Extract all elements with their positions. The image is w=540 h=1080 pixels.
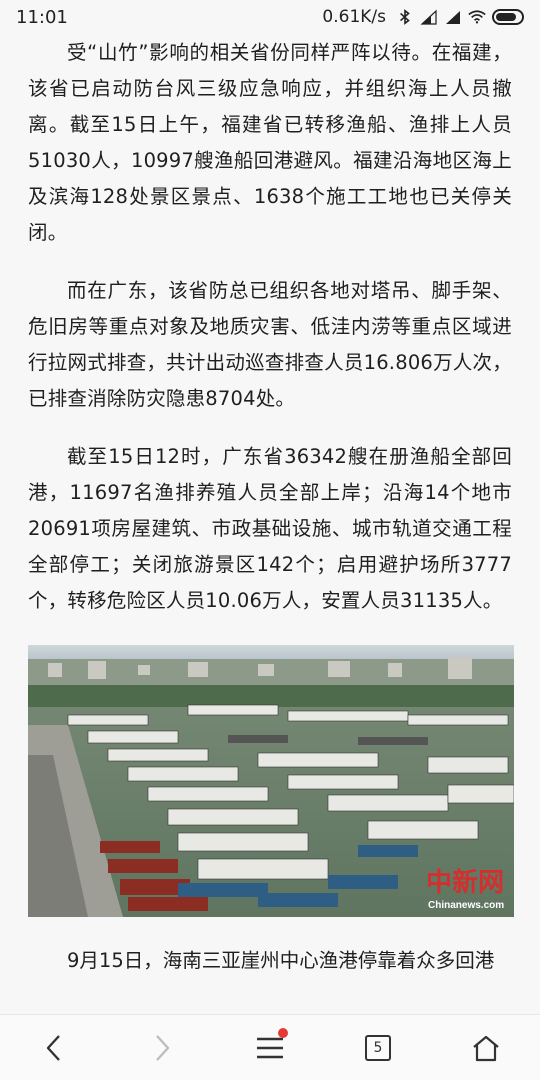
back-icon — [46, 1034, 60, 1061]
status-bar: 11:01 0.61K/s — [0, 0, 540, 34]
status-time: 11:01 — [16, 6, 68, 28]
photo-caption: 9月15日，海南三亚崖州中心渔港停靠着众多回港 — [67, 949, 495, 972]
forward-button[interactable] — [132, 1018, 192, 1078]
bluetooth-icon — [400, 9, 410, 25]
article-paragraph: 而在广东，该省防总已组织各地对塔吊、脚手架、危旧房等重点对象及地质灾害、低洼内涝… — [28, 279, 512, 410]
home-button[interactable] — [456, 1018, 516, 1078]
forward-icon — [156, 1034, 170, 1061]
menu-button[interactable] — [240, 1018, 300, 1078]
photo-watermark-url: Chinanews.com — [428, 900, 504, 911]
tabs-button[interactable]: 5 — [348, 1018, 408, 1078]
home-icon — [473, 1035, 499, 1061]
status-icons: 0.61K/s — [322, 7, 524, 27]
tabs-icon: 5 — [365, 1034, 391, 1061]
notification-dot — [278, 1027, 288, 1038]
signal-icon — [446, 11, 460, 24]
article-paragraph: 受“山竹”影响的相关省份同样严阵以待。在福建，该省已启动防台风三级应急响应，并组… — [28, 41, 512, 244]
wifi-icon — [468, 10, 486, 24]
harbor-photo[interactable]: 中新网 Chinanews.com — [28, 645, 514, 917]
article-body: 受“山竹”影响的相关省份同样严阵以待。在福建，该省已启动防台风三级应急响应，并组… — [0, 34, 540, 1014]
signal-icon — [420, 9, 437, 25]
bottom-navigation-bar: 5 — [0, 1014, 540, 1080]
photo-watermark-logo: 中新网 — [426, 867, 504, 897]
article-paragraph: 截至15日12时，广东省36342艘在册渔船全部回港，11697名渔排养殖人员全… — [28, 445, 512, 612]
network-speed: 0.61K/s — [322, 7, 386, 27]
menu-icon — [257, 1037, 283, 1058]
battery-icon — [492, 9, 524, 25]
back-button[interactable] — [24, 1018, 84, 1078]
